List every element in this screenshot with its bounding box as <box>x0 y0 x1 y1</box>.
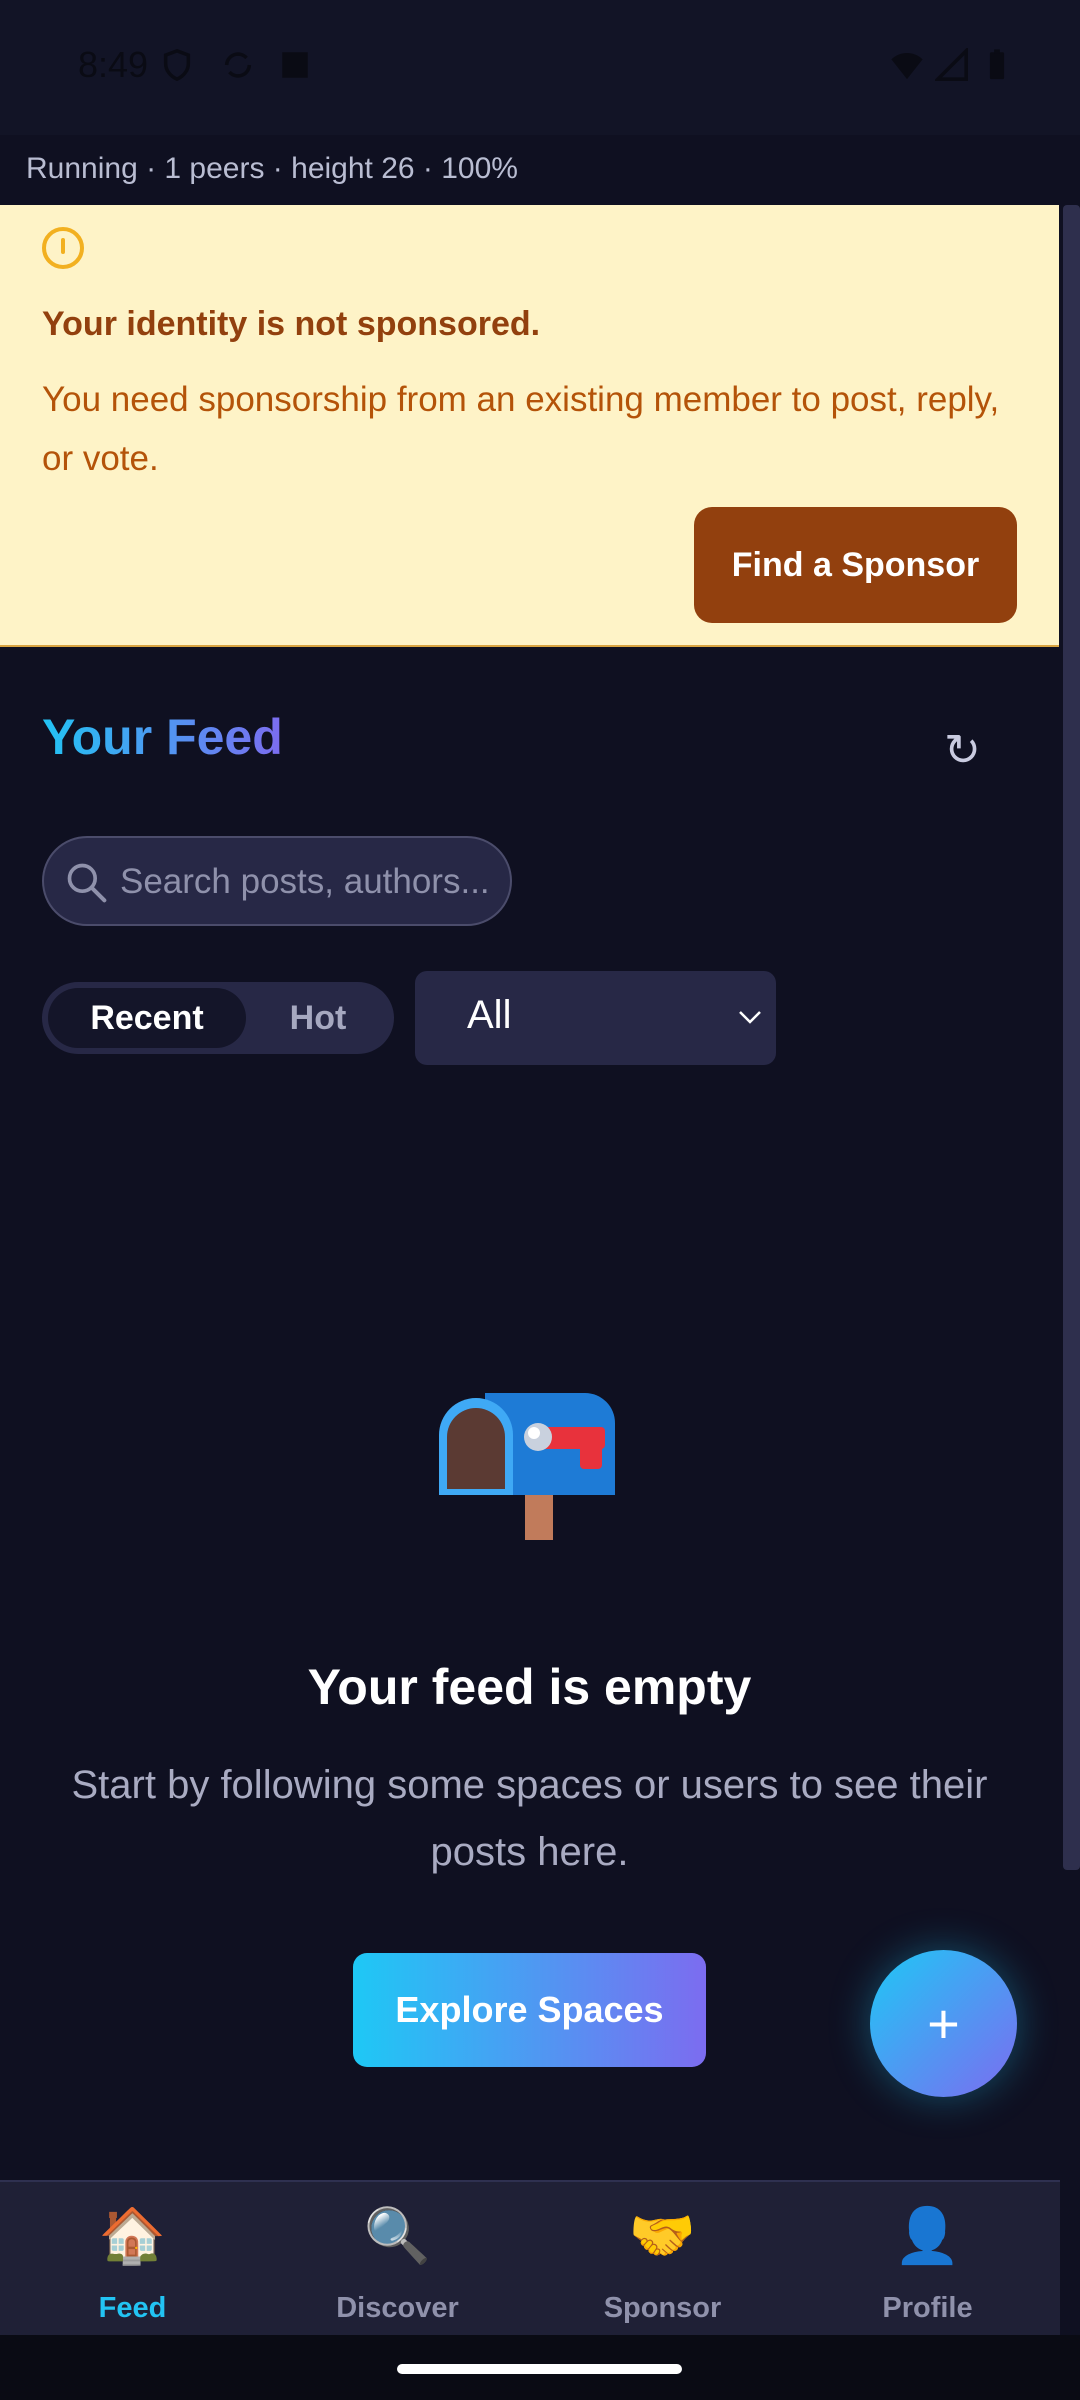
filter-select-value: All <box>467 993 512 1037</box>
nav-item-discover[interactable]: 🔍 Discover <box>265 2182 530 2337</box>
nav-label-sponsor: Sponsor <box>603 2292 722 2324</box>
search-icon <box>67 863 107 903</box>
nav-item-feed[interactable]: 🏠 Feed <box>0 2182 265 2337</box>
tab-recent[interactable]: Recent <box>48 988 246 1048</box>
user-icon: 👤 <box>893 2206 962 2266</box>
signal-icon <box>935 48 968 81</box>
scrollbar[interactable] <box>1063 205 1080 1870</box>
find-sponsor-button[interactable]: Find a Sponsor <box>694 507 1017 623</box>
nav-label-discover: Discover <box>336 2292 459 2324</box>
search-icon: 🔍 <box>363 2206 432 2266</box>
home-icon: 🏠 <box>98 2206 167 2266</box>
status-bar: 8:49 <box>0 0 1080 135</box>
banner-text: You need sponsorship from an existing me… <box>42 380 1000 478</box>
banner-title: Your identity is not sponsored. <box>42 305 541 343</box>
handshake-icon: 🤝 <box>628 2206 697 2266</box>
nav-item-sponsor[interactable]: 🤝 Sponsor <box>530 2182 795 2337</box>
sort-toggle: Recent Hot <box>42 982 394 1054</box>
warning-icon <box>42 227 84 269</box>
empty-state-text: Start by following some spaces or users … <box>71 1763 988 1874</box>
shield-icon <box>163 48 191 82</box>
search-box[interactable] <box>42 836 512 926</box>
tab-hot[interactable]: Hot <box>248 988 388 1048</box>
status-time: 8:49 <box>78 44 149 85</box>
empty-state-title: Your feed is empty <box>307 1659 752 1715</box>
sponsorship-banner: Your identity is not sponsored. You need… <box>0 205 1059 647</box>
page-title: Your Feed <box>42 709 283 765</box>
battery-icon <box>989 49 1005 80</box>
refresh-icon[interactable]: ↻ <box>944 725 981 776</box>
mailbox-icon <box>439 1393 615 1540</box>
nav-label-feed: Feed <box>98 2292 167 2324</box>
nav-item-profile[interactable]: 👤 Profile <box>795 2182 1060 2337</box>
daemon-status: Running · 1 peers · height 26 · 100% <box>26 152 518 185</box>
new-post-button[interactable]: + <box>870 1950 1017 2097</box>
filter-select[interactable]: All <box>415 971 776 1065</box>
chevron-down-icon <box>739 1011 761 1024</box>
gesture-handle[interactable] <box>397 2364 682 2374</box>
search-input[interactable] <box>118 838 502 926</box>
bottom-nav: 🏠 Feed 🔍 Discover 🤝 Sponsor 👤 Profile <box>0 2180 1060 2337</box>
nav-label-profile: Profile <box>882 2292 973 2324</box>
plus-icon: + <box>927 1992 960 2055</box>
sync-icon <box>224 52 252 78</box>
keyboard-icon <box>282 52 308 78</box>
explore-spaces-button[interactable]: Explore Spaces <box>353 1953 706 2067</box>
wifi-icon <box>891 52 923 80</box>
